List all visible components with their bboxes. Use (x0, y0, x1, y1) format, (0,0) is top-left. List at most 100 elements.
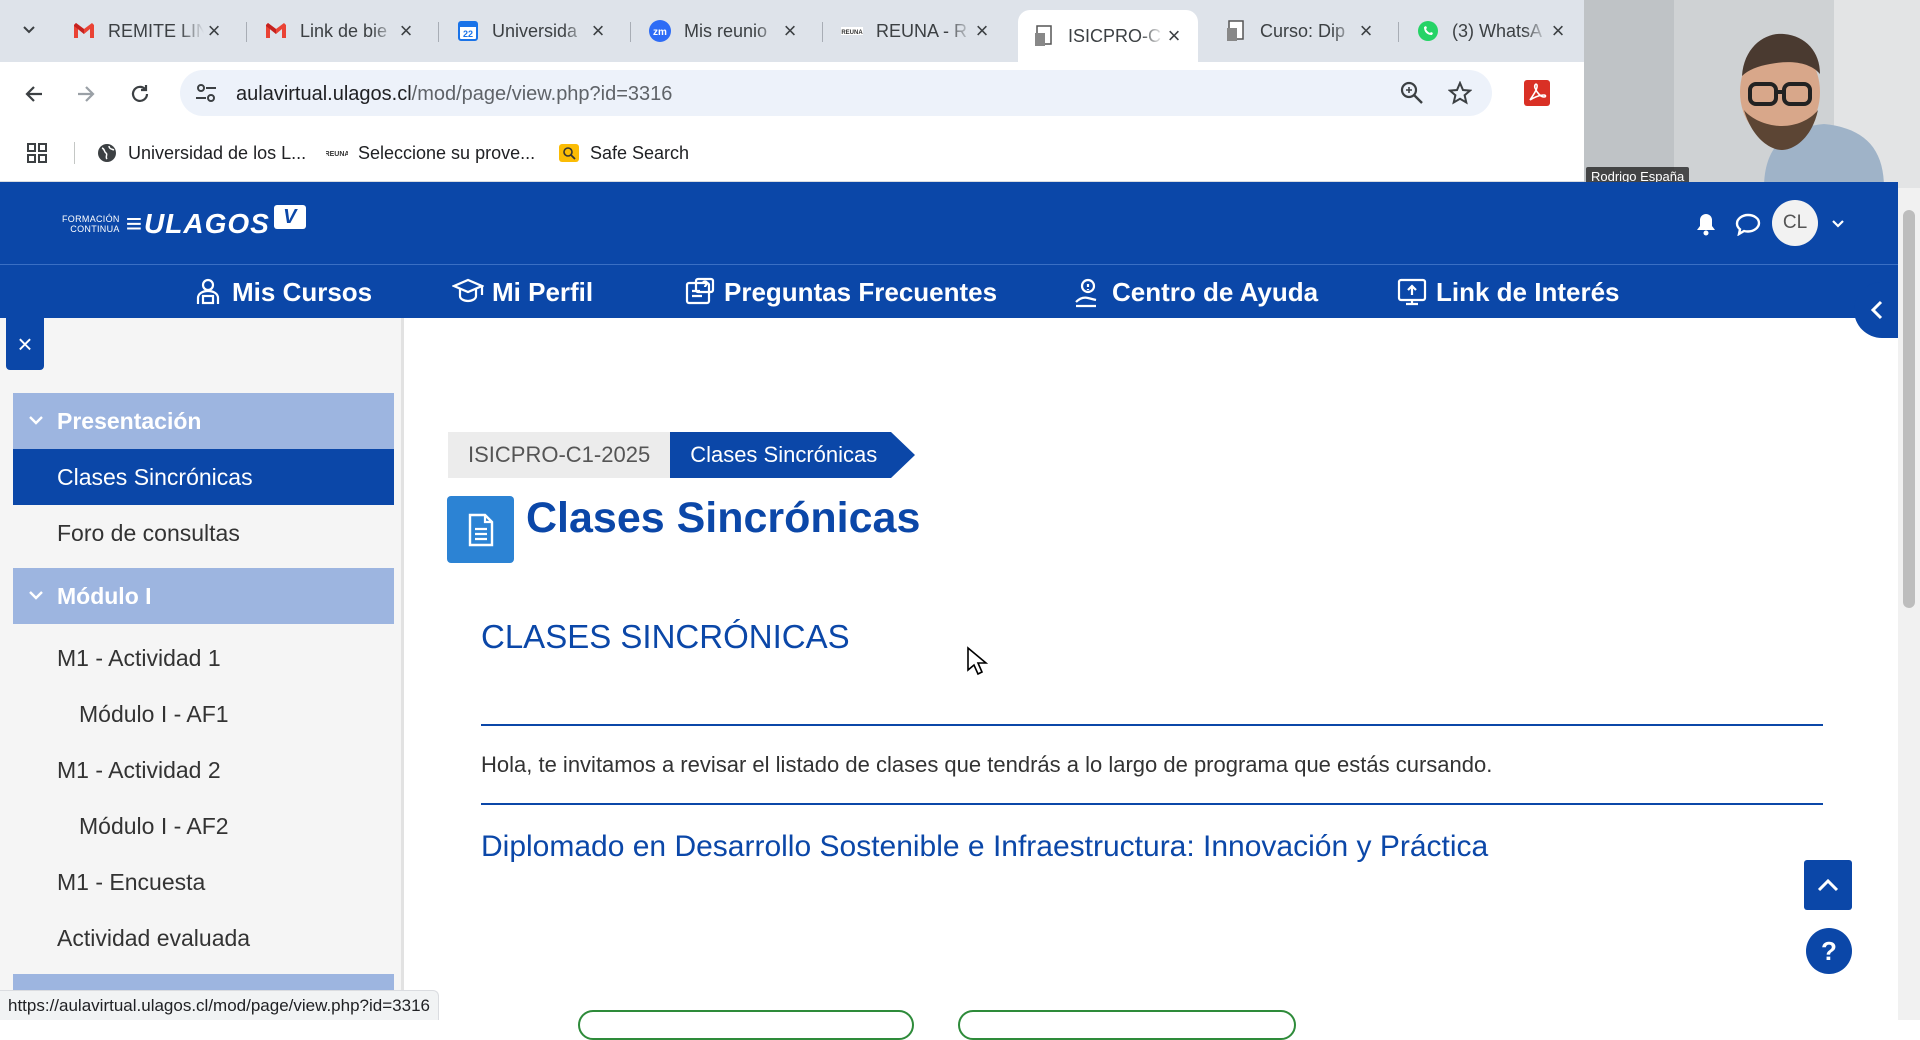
nav-mis-cursos[interactable]: Mis Cursos (192, 275, 372, 309)
breadcrumb-course[interactable]: ISICPRO-C1-2025 (448, 432, 671, 478)
profile-icon (452, 278, 484, 303)
globe-icon (96, 142, 118, 164)
links-icon (1397, 278, 1427, 306)
content-heading: CLASES SINCRÓNICAS (481, 618, 850, 655)
sidebar-item-m1-actividad-2[interactable]: M1 - Actividad 2 (13, 742, 394, 798)
ulagos-logo[interactable]: FORMACIÓN CONTINUA ≡ ULAGOS V (62, 204, 306, 244)
close-tab-icon[interactable]: × (204, 20, 224, 42)
course-index-sidebar: Presentación Clases Sincrónicas Foro de … (0, 318, 404, 1020)
close-tab-icon[interactable]: × (972, 20, 992, 42)
nav-link-de-interes[interactable]: Link de Interés (1396, 275, 1620, 309)
courses-icon (196, 278, 220, 305)
calendar-icon: 22 (456, 19, 480, 43)
breadcrumb: ISICPRO-C1-2025 Clases Sincrónicas (448, 432, 916, 478)
sidebar-item-clases-sincronicas[interactable]: Clases Sincrónicas (13, 449, 394, 505)
tab-separator (822, 22, 823, 42)
page-scrollbar[interactable] (1898, 188, 1920, 1020)
gmail-icon (72, 19, 96, 43)
nav-mi-perfil[interactable]: Mi Perfil (452, 275, 593, 309)
messages-chat-icon[interactable] (1734, 210, 1762, 238)
user-avatar[interactable]: CL (1772, 200, 1818, 246)
class-link-button[interactable] (958, 1010, 1296, 1040)
close-tab-icon[interactable]: × (396, 20, 416, 42)
nav-preguntas-frecuentes[interactable]: Preguntas Frecuentes (684, 275, 997, 309)
sidebar-item-foro-de-consultas[interactable]: Foro de consultas (13, 505, 394, 561)
browser-tab[interactable]: Link de bie × (250, 12, 430, 50)
tab-separator (1398, 22, 1399, 42)
nav-centro-de-ayuda[interactable]: Centro de Ayuda (1072, 275, 1318, 309)
apps-grid-icon[interactable] (26, 138, 48, 168)
site-info-icon[interactable] (194, 82, 218, 104)
tab-separator (246, 22, 247, 42)
sidebar-item-modulo-i-af2[interactable]: Módulo I - AF2 (13, 798, 394, 854)
class-link-button[interactable] (578, 1010, 914, 1040)
close-tab-icon[interactable]: × (1164, 25, 1184, 47)
sidebar-item-m1-actividad-1[interactable]: M1 - Actividad 1 (13, 630, 394, 686)
sidebar-section-modulo-i[interactable]: Módulo I (13, 568, 394, 624)
logo-equals-mark: ≡ (125, 208, 143, 239)
sidebar-item-m1-encuesta[interactable]: M1 - Encuesta (13, 854, 394, 910)
forward-button[interactable] (66, 74, 106, 114)
bookmark-star-icon[interactable] (1448, 81, 1472, 105)
sidebar-section-presentacion[interactable]: Presentación (13, 393, 394, 449)
status-bar-url: https://aulavirtual.ulagos.cl/mod/page/v… (0, 990, 439, 1020)
faq-icon (685, 277, 715, 305)
browser-tab[interactable]: Curso: Dip × (1210, 12, 1390, 50)
browser-tab[interactable]: 22 Universida × (442, 12, 622, 50)
browser-tab[interactable]: REMITE LIN × (58, 12, 238, 50)
reuna-icon: REUNA (326, 142, 348, 164)
breadcrumb-current-page: Clases Sincrónicas (670, 432, 916, 478)
zoom-magnifier-icon[interactable] (1400, 81, 1424, 105)
bookmark-item[interactable]: Universidad de los L... (96, 138, 306, 168)
back-button[interactable] (14, 74, 54, 114)
forward-arrow-icon (78, 86, 95, 102)
svg-text:22: 22 (463, 29, 473, 39)
page-title: Clases Sincrónicas (526, 494, 921, 542)
back-to-top-button[interactable] (1804, 860, 1852, 910)
divider (481, 724, 1823, 726)
reload-icon (131, 85, 149, 102)
tab-separator (630, 22, 631, 42)
address-bar[interactable]: aulavirtual.ulagos.cl/mod/page/view.php?… (180, 70, 1492, 116)
bookmark-item[interactable]: Safe Search (558, 138, 689, 168)
help-button[interactable]: ? (1806, 928, 1852, 974)
svg-text:REUNA: REUNA (841, 30, 863, 36)
close-tab-icon[interactable]: × (1548, 20, 1568, 42)
browser-tab[interactable]: zm Mis reunio × (634, 12, 814, 50)
browser-tab[interactable]: REUNA REUNA - R × (826, 12, 1006, 50)
bookmarks-bar: Universidad de los L... REUNA Seleccione… (0, 124, 1584, 182)
tab-separator (438, 22, 439, 42)
safe-search-icon (558, 142, 580, 164)
browser-tab-active[interactable]: ISICPRO-C × (1018, 10, 1198, 62)
sidebar-item-modulo-i-af1[interactable]: Módulo I - AF1 (13, 686, 394, 742)
open-right-drawer-button[interactable] (1854, 282, 1900, 338)
logo-subtitle: FORMACIÓN CONTINUA (62, 214, 120, 234)
whatsapp-icon (1416, 19, 1440, 43)
moodle-page-icon (1224, 19, 1248, 43)
user-menu-chevron-icon[interactable] (1824, 210, 1852, 238)
program-title: Diplomado en Desarrollo Sostenible e Inf… (481, 830, 1489, 863)
tab-search-chevron-icon[interactable] (14, 14, 44, 44)
scrollbar-thumb[interactable] (1903, 210, 1915, 608)
close-tab-icon[interactable]: × (588, 20, 608, 42)
browser-tab[interactable]: (3) WhatsA × (1402, 12, 1582, 50)
chevron-down-icon (29, 416, 43, 425)
bookmark-item[interactable]: REUNA Seleccione su prove... (326, 138, 535, 168)
svg-text:REUNA: REUNA (326, 151, 348, 158)
reload-button[interactable] (120, 74, 160, 114)
bookmarks-divider (74, 142, 75, 164)
notifications-bell-icon[interactable] (1692, 210, 1720, 238)
close-tab-icon[interactable]: × (780, 20, 800, 42)
site-header: FORMACIÓN CONTINUA ≡ ULAGOS V CL (0, 182, 1898, 264)
video-call-thumbnail[interactable]: Rodrigo España (1584, 0, 1920, 188)
close-tab-icon[interactable]: × (1356, 20, 1376, 42)
pdf-extension-icon[interactable] (1524, 80, 1550, 106)
zoom-icon: zm (648, 19, 672, 43)
back-arrow-icon (25, 86, 42, 102)
close-drawer-button[interactable]: × (6, 318, 44, 370)
main-navigation: Mis Cursos Mi Perfil Preguntas Frecuente… (0, 264, 1898, 318)
chevron-up-icon (1817, 878, 1839, 892)
address-url[interactable]: aulavirtual.ulagos.cl/mod/page/view.php?… (236, 83, 672, 106)
chevron-down-icon (29, 591, 43, 600)
sidebar-item-actividad-evaluada[interactable]: Actividad evaluada (13, 910, 394, 966)
